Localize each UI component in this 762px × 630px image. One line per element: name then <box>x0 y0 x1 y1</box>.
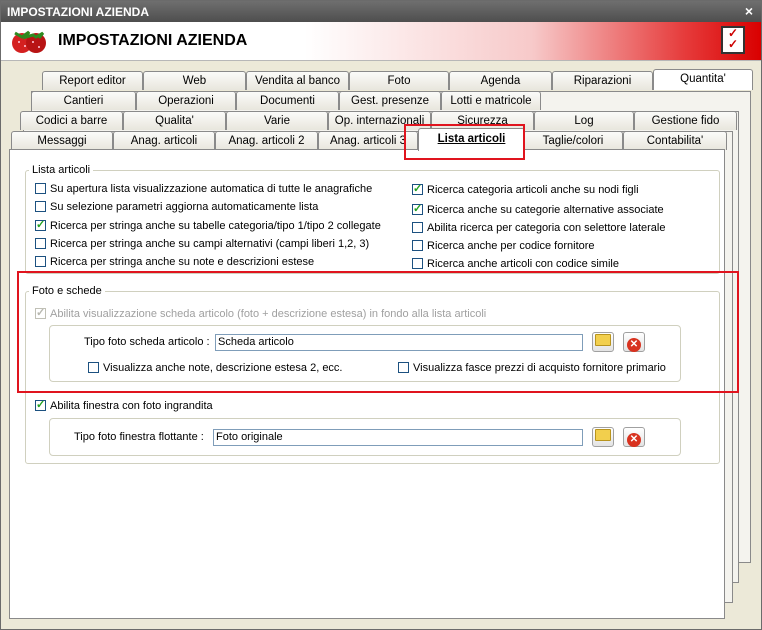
chk-categorie-alternative[interactable]: Ricerca anche su categorie alternative a… <box>412 202 664 217</box>
checkbox-icon <box>412 239 423 251</box>
tab-foto[interactable]: Foto <box>349 71 449 90</box>
tab-documenti[interactable]: Documenti <box>236 91 339 110</box>
checkbox-icon <box>35 237 46 249</box>
checkbox-checked-icon <box>35 398 46 412</box>
chk-codice-simile[interactable]: Ricerca anche articoli con codice simile <box>412 257 619 271</box>
chk-ricerca-campi-alternativi[interactable]: Ricerca per stringa anche su campi alter… <box>35 237 369 251</box>
tab-web[interactable]: Web <box>143 71 246 90</box>
checkbox-icon <box>35 182 46 194</box>
tab-operazioni[interactable]: Operazioni <box>136 91 236 110</box>
tab-varie[interactable]: Varie <box>226 111 328 130</box>
checkbox-icon <box>412 221 423 233</box>
dialog-body: Report editor Web Vendita al banco Foto … <box>1 61 761 629</box>
checkbox-label: Ricerca anche su categorie alternative a… <box>427 204 664 216</box>
tab-vendita-al-banco[interactable]: Vendita al banco <box>246 71 349 90</box>
delete-icon: ✕ <box>627 433 641 447</box>
clear-button[interactable]: ✕ <box>623 427 645 447</box>
tab-codici-a-barre[interactable]: Codici a barre <box>20 111 123 130</box>
tab-cantieri[interactable]: Cantieri <box>31 91 136 110</box>
header-banner: IMPOSTAZIONI AZIENDA ✓ ✓ <box>1 22 761 61</box>
header-title: IMPOSTAZIONI AZIENDA <box>58 32 248 49</box>
chk-selezione-parametri[interactable]: Su selezione parametri aggiorna automati… <box>35 200 318 214</box>
checkbox-checked-icon <box>35 218 46 232</box>
chk-ricerca-tabelle[interactable]: Ricerca per stringa anche su tabelle cat… <box>35 218 381 233</box>
tab-log[interactable]: Log <box>534 111 634 130</box>
checkbox-label: Su selezione parametri aggiorna automati… <box>50 201 319 213</box>
tab-anag-articoli-3[interactable]: Anag. articoli 3 <box>318 131 418 150</box>
settings-window: IMPOSTAZIONI AZIENDA × IMPOSTAZIONI AZIE… <box>0 0 762 630</box>
checkbox-label: Ricerca anche per codice fornitore <box>427 240 595 252</box>
tab-lotti-e-matricole[interactable]: Lotti e matricole <box>441 91 541 110</box>
tab-anag-articoli[interactable]: Anag. articoli <box>113 131 215 150</box>
tab-taglie-colori[interactable]: Taglie/colori <box>523 131 623 150</box>
chk-apertura-lista[interactable]: Su apertura lista visualizzazione automa… <box>35 182 372 196</box>
group-lista-articoli-label: Lista articoli <box>29 164 94 176</box>
checkbox-icon <box>412 257 423 269</box>
checkbox-label: Su apertura lista visualizzazione automa… <box>50 183 373 195</box>
checkbox-icon <box>35 200 46 212</box>
checkbox-icon <box>35 255 46 267</box>
checkbox-label: Ricerca per stringa anche su note e desc… <box>50 256 315 268</box>
tab-gestione-fido[interactable]: Gestione fido <box>634 111 737 130</box>
checkbox-label: Ricerca categoria articoli anche su nodi… <box>427 184 639 196</box>
tab-contabilita[interactable]: Contabilita' <box>623 131 727 150</box>
chk-ricerca-note[interactable]: Ricerca per stringa anche su note e desc… <box>35 255 314 269</box>
chk-categoria-nodi-figli[interactable]: Ricerca categoria articoli anche su nodi… <box>412 182 639 197</box>
chk-selettore-laterale[interactable]: Abilita ricerca per categoria con selett… <box>412 221 665 235</box>
checkbox-label: Abilita finestra con foto ingrandita <box>50 400 213 412</box>
folder-icon <box>595 429 611 441</box>
checkbox-label: Ricerca anche articoli con codice simile <box>427 258 619 270</box>
chk-abilita-finestra-foto[interactable]: Abilita finestra con foto ingrandita <box>35 398 213 413</box>
window-title: IMPOSTAZIONI AZIENDA <box>7 5 149 19</box>
tab-anag-articoli-2[interactable]: Anag. articoli 2 <box>215 131 318 150</box>
checklist-icon: ✓ ✓ <box>721 26 745 54</box>
tab-report-editor[interactable]: Report editor <box>42 71 143 90</box>
tab-agenda[interactable]: Agenda <box>449 71 552 90</box>
checkbox-label: Ricerca per stringa anche su tabelle cat… <box>50 220 381 232</box>
title-bar: IMPOSTAZIONI AZIENDA × <box>1 1 761 22</box>
checkbox-label: Ricerca per stringa anche su campi alter… <box>50 238 370 250</box>
tab-gest-presenze[interactable]: Gest. presenze <box>339 91 441 110</box>
strawberry-logo-icon <box>12 30 46 53</box>
checkbox-checked-icon <box>412 182 423 196</box>
tipo-foto-finestra-label: Tipo foto finestra flottante : <box>74 431 204 443</box>
tab-messaggi[interactable]: Messaggi <box>11 131 113 150</box>
close-icon[interactable]: × <box>745 3 753 19</box>
highlight-box-tab <box>404 124 525 160</box>
tab-qualita[interactable]: Qualita' <box>123 111 226 130</box>
highlight-box-foto-schede <box>17 271 739 393</box>
checkbox-label: Abilita ricerca per categoria con selett… <box>427 222 666 234</box>
tipo-foto-finestra-field[interactable]: Foto originale <box>213 429 583 446</box>
browse-button[interactable] <box>592 427 614 447</box>
chk-codice-fornitore[interactable]: Ricerca anche per codice fornitore <box>412 239 595 253</box>
tab-riparazioni[interactable]: Riparazioni <box>552 71 653 90</box>
checkbox-checked-icon <box>412 202 423 216</box>
tab-quantita[interactable]: Quantita' <box>653 69 753 90</box>
